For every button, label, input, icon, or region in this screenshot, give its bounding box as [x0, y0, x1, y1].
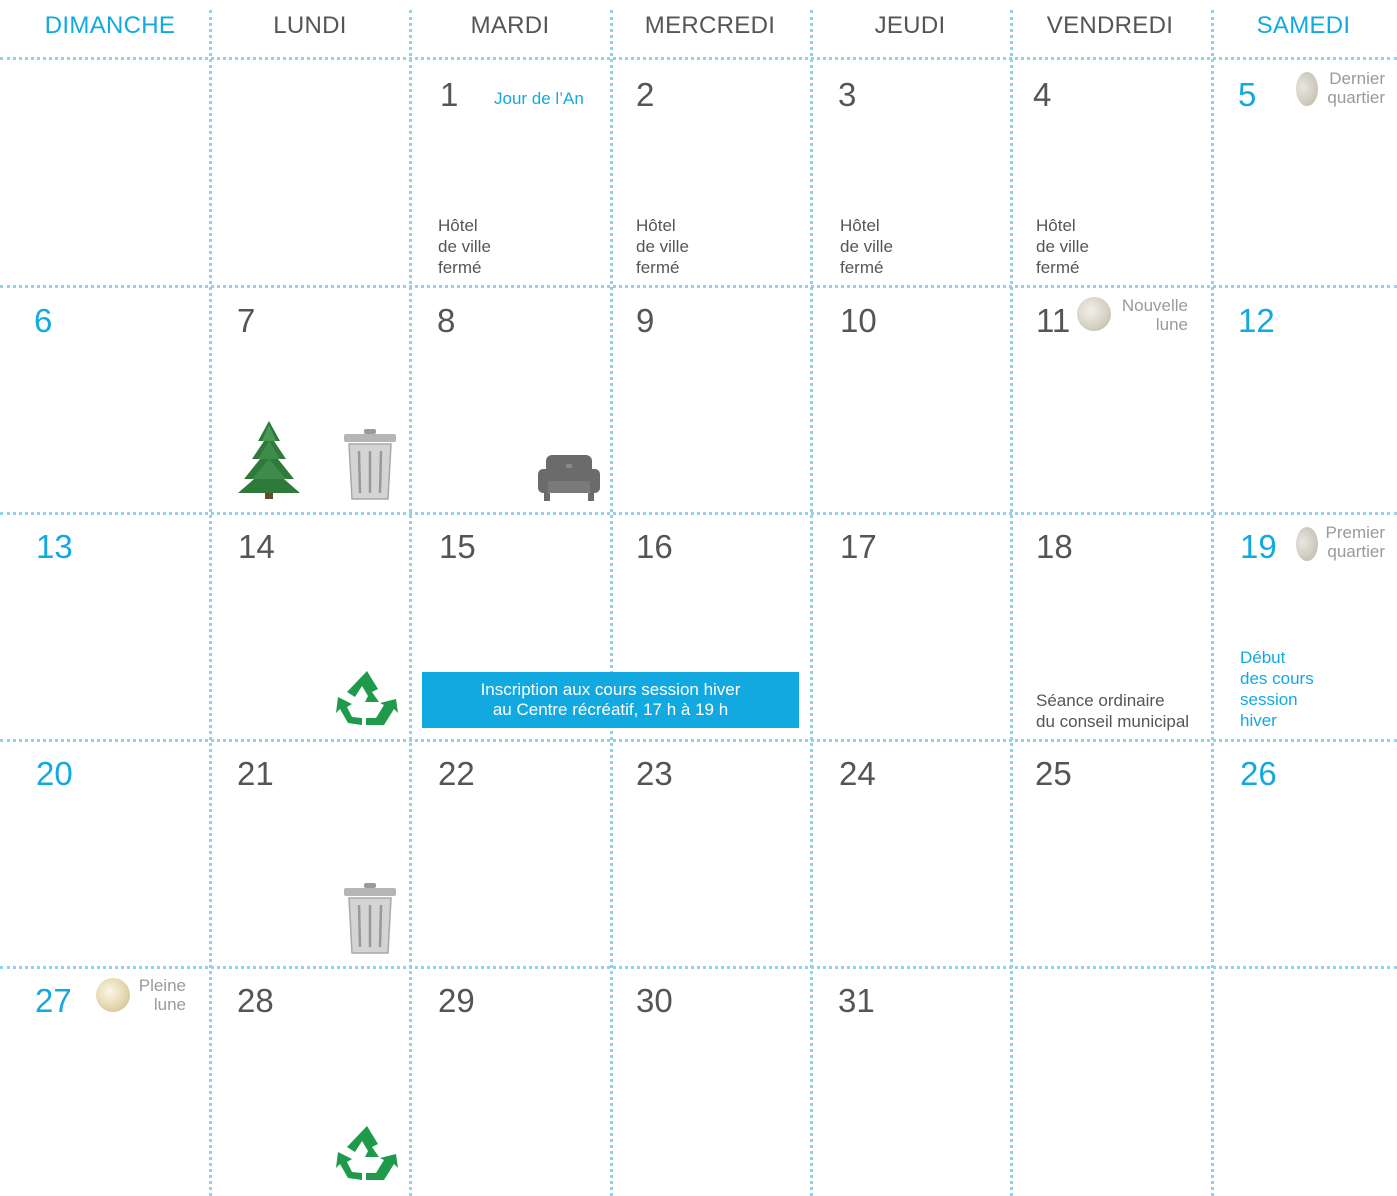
- grid-line: [0, 285, 1397, 288]
- day-number: 12: [1238, 302, 1275, 339]
- calendar: DIMANCHE LUNDI MARDI MERCREDI JEUDI VEND…: [0, 0, 1397, 1196]
- city-hall-closed-note: Hôtel de ville fermé: [1036, 216, 1089, 277]
- day-number: 13: [36, 528, 73, 565]
- day-number: 23: [636, 755, 673, 792]
- recycling-icon: [336, 671, 398, 725]
- day-number: 6: [34, 302, 53, 339]
- moon-phase-label: Nouvelle lune: [1121, 296, 1188, 334]
- day-number: 24: [839, 755, 876, 792]
- day-number: 21: [237, 755, 274, 792]
- courses-start-note: Début des cours session hiver: [1240, 648, 1314, 730]
- weekday-header-monday: LUNDI: [273, 12, 347, 39]
- grid-line: [0, 739, 1397, 742]
- day-number: 29: [438, 982, 475, 1019]
- recycling-icon: [336, 1126, 398, 1180]
- day-number: 18: [1036, 528, 1073, 565]
- weekday-header-friday: VENDREDI: [1046, 12, 1174, 39]
- day-number: 8: [437, 302, 456, 339]
- day-number: 10: [840, 302, 877, 339]
- holiday-label: Jour de l’An: [494, 89, 584, 108]
- grid-line: [0, 512, 1397, 515]
- city-hall-closed-note: Hôtel de ville fermé: [438, 216, 491, 277]
- day-number: 19: [1240, 528, 1277, 565]
- day-number: 28: [237, 982, 274, 1019]
- grid-line: [1211, 10, 1214, 1196]
- banner-line: Inscription aux cours session hiver: [480, 680, 741, 699]
- day-number: 7: [237, 302, 256, 339]
- day-number: 31: [838, 982, 875, 1019]
- day-number: 22: [438, 755, 475, 792]
- day-number: 5: [1238, 76, 1257, 113]
- day-number: 11: [1036, 302, 1071, 339]
- day-number: 16: [636, 528, 673, 565]
- weekday-header-thursday: JEUDI: [874, 12, 946, 39]
- day-number: 27: [35, 982, 72, 1019]
- grid-line: [409, 10, 412, 1196]
- weekday-header-tuesday: MARDI: [470, 12, 550, 39]
- day-number: 3: [838, 76, 857, 113]
- day-number: 15: [439, 528, 476, 565]
- moon-phase-label: Dernier quartier: [1327, 69, 1385, 107]
- day-number: 14: [238, 528, 275, 565]
- weekday-header-sunday: DIMANCHE: [44, 12, 176, 39]
- day-number: 26: [1240, 755, 1277, 792]
- day-number: 4: [1033, 76, 1052, 113]
- moon-phase-label: Pleine lune: [138, 976, 186, 1014]
- trash-can-icon: [344, 429, 396, 500]
- weekday-header-wednesday: MERCREDI: [644, 12, 776, 39]
- day-number: 25: [1035, 755, 1072, 792]
- christmas-tree-icon: [238, 421, 300, 499]
- day-number: 30: [636, 982, 673, 1019]
- day-number: 2: [636, 76, 655, 113]
- day-number: 20: [36, 755, 73, 792]
- city-hall-closed-note: Hôtel de ville fermé: [840, 216, 893, 277]
- trash-can-icon: [344, 883, 396, 954]
- grid-line: [0, 57, 1397, 60]
- moon-phase-label: Premier quartier: [1325, 523, 1385, 561]
- grid-line: [810, 10, 813, 1196]
- city-hall-closed-note: Hôtel de ville fermé: [636, 216, 689, 277]
- weekday-header-saturday: SAMEDI: [1256, 12, 1351, 39]
- day-number: 17: [840, 528, 877, 565]
- grid-line: [610, 10, 613, 1196]
- day-number: 9: [636, 302, 655, 339]
- council-meeting-note: Séance ordinaire du conseil municipal: [1036, 691, 1190, 731]
- day-number: 1: [440, 76, 459, 113]
- grid-line: [209, 10, 212, 1196]
- new-moon-icon: [1077, 297, 1111, 331]
- grid-line: [0, 966, 1397, 969]
- armchair-icon: [538, 455, 600, 501]
- grid-line: [1010, 10, 1013, 1196]
- registration-banner: Inscription aux cours session hiver au C…: [422, 672, 799, 728]
- banner-line: au Centre récréatif, 17 h à 19 h: [492, 700, 729, 719]
